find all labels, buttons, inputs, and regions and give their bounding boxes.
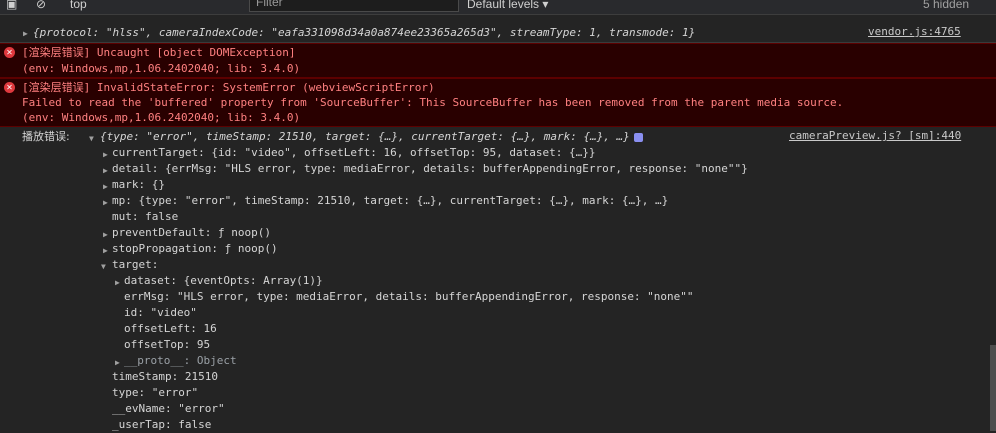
expand-arrow-icon[interactable]: ▶ — [103, 182, 108, 191]
log-levels-dropdown[interactable]: Default levels ▾ — [467, 0, 548, 12]
hidden-count: 5 hidden — [923, 0, 970, 11]
prop-preventDefault[interactable]: preventDefault: ƒ noop() — [112, 225, 996, 241]
expand-arrow-icon[interactable]: ▶ — [103, 230, 108, 239]
error-message: ✕ [渲染层错误] InvalidStateError: SystemError… — [0, 78, 996, 127]
info-icon — [633, 132, 643, 142]
error-text: [渲染层错误] InvalidStateError: SystemError (… — [22, 81, 435, 94]
console-toolbar: ▣ ⊘ top Filter Default levels ▾ 5 hidden — [0, 0, 996, 15]
context-selector[interactable]: top — [70, 0, 87, 12]
clear-console-icon[interactable]: ⊘ — [36, 0, 46, 12]
collapse-arrow-icon[interactable]: ▼ — [101, 262, 106, 271]
prop-dataset[interactable]: dataset: {eventOpts: Array(1)} — [124, 273, 996, 289]
sidebar-toggle-icon[interactable]: ▣ — [6, 0, 17, 12]
prop-evName: __evName: "error" — [112, 402, 225, 415]
scrollbar[interactable] — [990, 345, 996, 431]
filter-input[interactable]: Filter — [249, 0, 459, 12]
prop-mp[interactable]: mp: {type: "error", timeStamp: 21510, ta… — [112, 193, 996, 209]
prop-offsetLeft: offsetLeft: 16 — [124, 322, 217, 335]
prop-timeStamp: timeStamp: 21510 — [112, 370, 218, 383]
expand-arrow-icon[interactable]: ▶ — [23, 29, 28, 38]
prop-stopPropagation[interactable]: stopPropagation: ƒ noop() — [112, 241, 996, 257]
collapse-arrow-icon[interactable]: ▼ — [89, 134, 94, 143]
prop-offsetTop: offsetTop: 95 — [124, 338, 211, 351]
error-icon: ✕ — [4, 47, 15, 58]
log-message: ▶ {protocol: "hlss", cameraIndexCode: "e… — [0, 24, 996, 43]
expand-arrow-icon[interactable]: ▶ — [103, 198, 108, 207]
expand-arrow-icon[interactable]: ▶ — [115, 278, 120, 287]
error-detail: Failed to read the 'buffered' property f… — [22, 96, 844, 109]
prop-errMsg: errMsg: "HLS error, type: mediaError, de… — [124, 290, 694, 303]
error-env: (env: Windows,mp,1.06.2402040; lib: 3.4.… — [22, 111, 301, 124]
prop-currentTarget[interactable]: currentTarget: {id: "video", offsetLeft:… — [112, 145, 996, 161]
prop-detail[interactable]: detail: {errMsg: "HLS error, type: media… — [112, 161, 996, 177]
prop-id: id: "video" — [124, 306, 197, 319]
source-link[interactable]: vendor.js:4765 — [868, 25, 961, 38]
prop-type: type: "error" — [112, 386, 199, 399]
error-icon: ✕ — [4, 82, 15, 93]
error-message: ✕ [渲染层错误] Uncaught [object DOMException]… — [0, 43, 996, 78]
prop-target[interactable]: target: — [112, 257, 996, 273]
expand-arrow-icon[interactable]: ▶ — [103, 166, 108, 175]
expand-arrow-icon[interactable]: ▶ — [103, 246, 108, 255]
log-text: {protocol: "hlss", cameraIndexCode: "eaf… — [33, 26, 696, 39]
error-text: [渲染层错误] Uncaught [object DOMException] — [22, 46, 296, 59]
prop-mut: mut: false — [112, 210, 179, 223]
expand-arrow-icon[interactable]: ▶ — [103, 150, 108, 159]
error-env: (env: Windows,mp,1.06.2402040; lib: 3.4.… — [22, 62, 301, 75]
expand-arrow-icon[interactable]: ▶ — [115, 358, 120, 367]
prop-proto[interactable]: __proto__: Object — [124, 353, 996, 369]
prop-mark[interactable]: mark: {} — [112, 177, 996, 193]
source-link[interactable]: cameraPreview.js? [sm]:440 — [789, 129, 961, 142]
